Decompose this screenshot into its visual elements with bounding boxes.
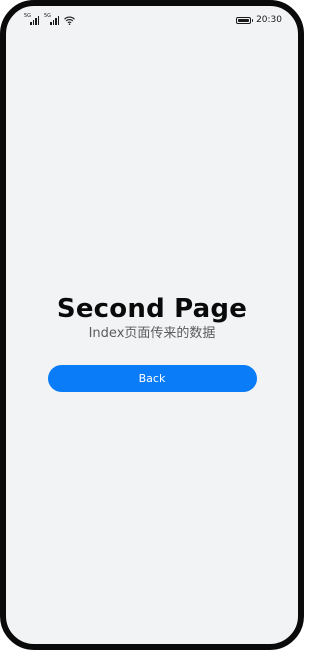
status-left-group: 5G 5G (24, 13, 75, 25)
wifi-icon (64, 16, 75, 25)
battery-fill (238, 18, 250, 22)
status-right-group: 20:30 (236, 15, 282, 25)
sim2-network-label: 5G (44, 13, 52, 19)
battery-icon (236, 16, 254, 24)
sim2-signal-icon: 5G (44, 13, 59, 25)
page-subtitle: Index页面传来的数据 (88, 326, 216, 341)
page-title: Second Page (56, 294, 248, 324)
status-time: 20:30 (256, 15, 282, 25)
page-content: Second Page Index页面传来的数据 Back (6, 292, 298, 392)
back-button[interactable]: Back (47, 365, 257, 392)
sim1-network-label: 5G (24, 13, 32, 19)
sim1-signal-icon: 5G (24, 13, 39, 25)
phone-frame: 5G 5G 20:30 Second Page Index页面传来的数据 Bac… (0, 0, 304, 650)
status-bar: 5G 5G 20:30 (6, 6, 298, 34)
